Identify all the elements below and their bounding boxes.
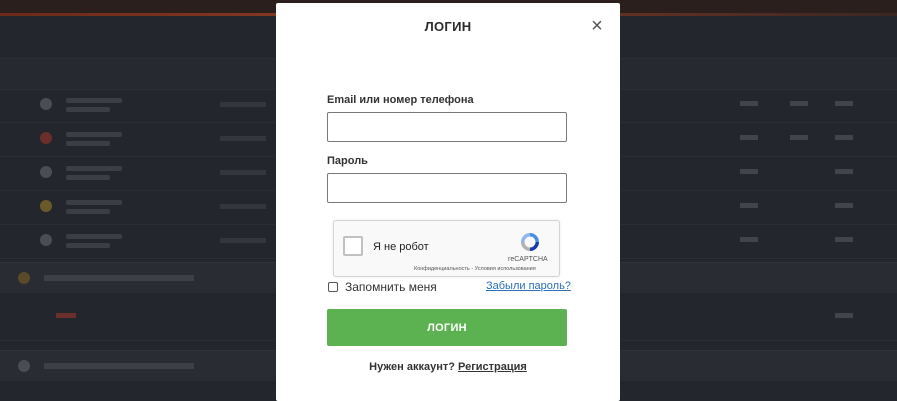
close-icon[interactable]: × [588, 16, 606, 36]
password-field[interactable] [327, 173, 567, 203]
recaptcha-widget: Я не робот reCAPTCHA Конфиденциальность … [333, 220, 560, 277]
register-prompt: Нужен аккаунт? Регистрация [276, 361, 620, 373]
forgot-password-link[interactable]: Забыли пароль? [486, 280, 571, 292]
recaptcha-checkbox[interactable] [343, 236, 363, 256]
register-question: Нужен аккаунт? [369, 361, 455, 373]
login-modal: ЛОГИН × Email или номер телефона Пароль … [276, 3, 620, 401]
recaptcha-brand: reCAPTCHA [508, 256, 548, 263]
email-field[interactable] [327, 112, 567, 142]
recaptcha-label: Я не робот [373, 241, 429, 253]
register-link[interactable]: Регистрация [458, 361, 527, 373]
email-label: Email или номер телефона [327, 94, 474, 106]
recaptcha-terms-link[interactable]: Конфиденциальность - Условия использован… [414, 266, 536, 272]
recaptcha-logo-icon [521, 233, 539, 251]
modal-title: ЛОГИН [424, 19, 472, 34]
password-label: Пароль [327, 155, 368, 167]
login-button[interactable]: ЛОГИН [327, 309, 567, 346]
remember-me-label[interactable]: Запомнить меня [345, 280, 437, 294]
remember-me-checkbox[interactable] [328, 282, 338, 292]
